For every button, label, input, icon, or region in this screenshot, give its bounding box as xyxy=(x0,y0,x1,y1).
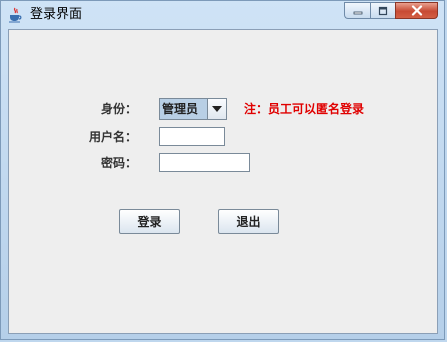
identity-note: 注：员工可以匿名登录 xyxy=(244,102,365,116)
window-controls xyxy=(344,2,438,20)
title-bar[interactable]: 登录界面 xyxy=(1,1,444,29)
identity-select[interactable]: 管理员 xyxy=(159,98,227,120)
chevron-down-icon[interactable] xyxy=(207,99,226,119)
java-coffee-icon xyxy=(7,7,23,23)
minimize-button[interactable] xyxy=(344,2,370,19)
login-button[interactable]: 登录 xyxy=(119,209,180,234)
window-title: 登录界面 xyxy=(30,7,83,22)
login-window: 登录界面 身份： 管理员 注：员工可以匿名登录 用户名： 密码： 登录 退出 xyxy=(0,0,445,340)
password-label: 密码： xyxy=(101,156,138,170)
username-field[interactable] xyxy=(159,127,225,146)
close-button[interactable] xyxy=(395,2,438,19)
maximize-button[interactable] xyxy=(370,2,395,19)
identity-select-value: 管理员 xyxy=(160,99,207,119)
password-field[interactable] xyxy=(159,153,250,172)
close-icon xyxy=(411,1,423,20)
username-label: 用户名： xyxy=(89,130,138,144)
exit-button[interactable]: 退出 xyxy=(218,209,279,234)
identity-label: 身份： xyxy=(101,102,138,116)
content-panel: 身份： 管理员 注：员工可以匿名登录 用户名： 密码： 登录 退出 xyxy=(8,29,438,334)
maximize-icon xyxy=(378,1,388,20)
minimize-icon xyxy=(353,1,363,20)
